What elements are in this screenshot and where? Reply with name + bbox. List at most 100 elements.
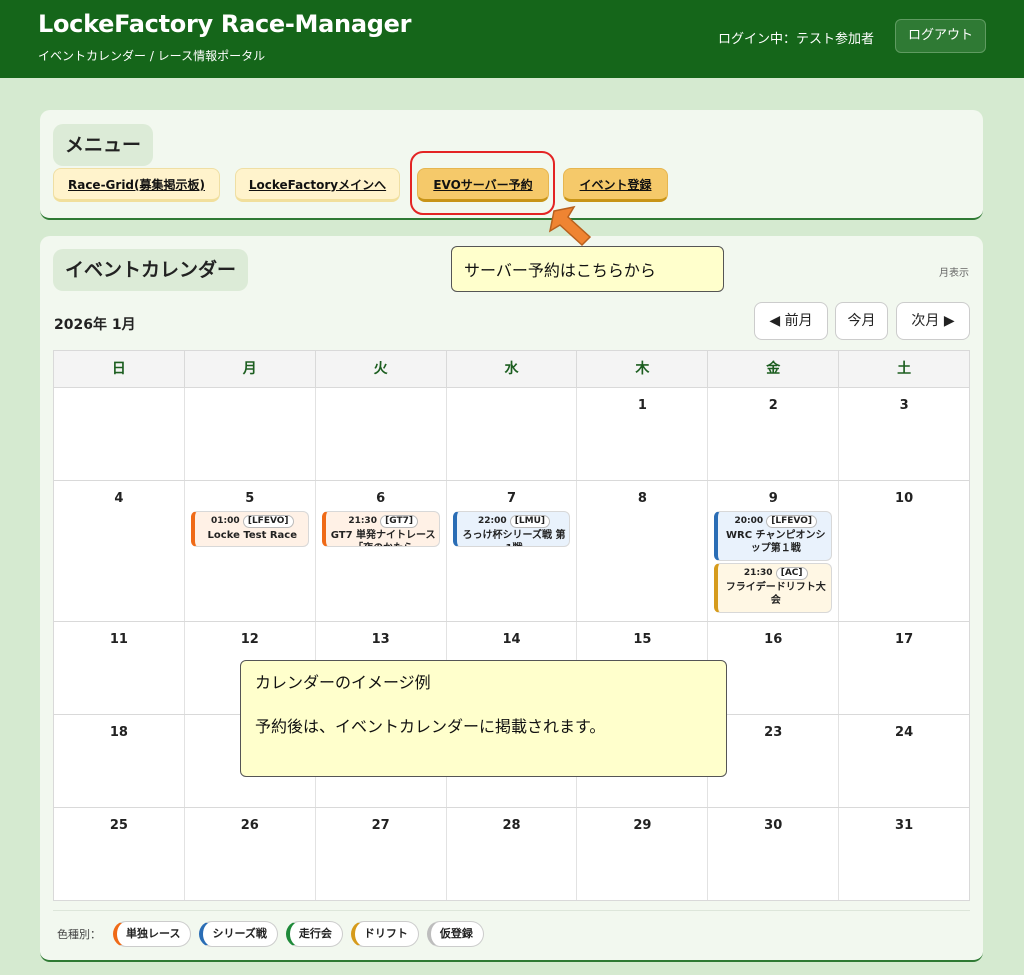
event-time: 20:00 — [734, 516, 764, 526]
event-item[interactable]: 01:00 [LFEVO] Locke Test Race — [190, 511, 309, 547]
calendar-day[interactable]: 28 — [447, 808, 578, 900]
day-number — [185, 398, 315, 416]
day-number: 4 — [114, 491, 124, 506]
event-item[interactable]: 21:30 [GT7] GT7 単発ナイトレース「夜のかたら — [321, 511, 440, 547]
day-number: 17 — [895, 632, 914, 647]
calendar-title: イベントカレンダー — [53, 249, 249, 291]
calendar-day[interactable]: 31 — [839, 808, 969, 900]
event-time: 01:00 — [211, 516, 240, 526]
day-number: 28 — [502, 818, 521, 833]
day-number: 1 — [637, 398, 647, 413]
lockefactory-main-link[interactable]: LockeFactoryメインへ — [235, 168, 400, 202]
current-month: 2026年 1月 — [54, 317, 136, 333]
calendar-day[interactable]: 29 — [577, 808, 709, 900]
legend-provisional: 仮登録 — [426, 921, 484, 947]
app-header: LockeFactory Race-Manager イベントカレンダー / レー… — [0, 0, 1024, 78]
calendar-day[interactable]: 23 — [708, 715, 840, 807]
calendar-day[interactable]: 27 — [316, 808, 447, 900]
prev-month-button[interactable]: ◀ 前月 — [754, 302, 828, 340]
calendar-day[interactable]: 26 — [185, 808, 316, 900]
event-tag: [AC] — [775, 567, 808, 580]
server-callout: サーバー予約はこちらから — [451, 246, 724, 292]
legend-series: シリーズ戦 — [199, 921, 278, 947]
event-title: Locke Test Race — [207, 530, 298, 541]
calendar-day[interactable] — [316, 388, 447, 480]
day-number: 7 — [506, 491, 517, 506]
day-number: 16 — [764, 632, 783, 647]
weekday-sun: 日 — [54, 351, 185, 387]
calendar-day[interactable]: 30 — [708, 808, 840, 900]
calendar-callout-line2: 予約後は、イベントカレンダーに掲載されます。 — [255, 717, 606, 736]
legend-single-race: 単独レース — [113, 921, 192, 947]
legend-label: 色種別： — [57, 928, 101, 941]
weekday-wed: 水 — [447, 351, 578, 387]
calendar-day[interactable]: 5 01:00 [LFEVO] Locke Test Race — [185, 481, 316, 621]
calendar-day[interactable]: 10 — [839, 481, 969, 621]
day-number: 11 — [109, 632, 128, 647]
day-number: 29 — [633, 818, 652, 833]
current-month-button[interactable]: 今月 — [835, 302, 888, 340]
calendar-day[interactable]: 9 20:00 [LFEVO] WRC チャンピオンシップ第１戦 21:30 [… — [708, 481, 840, 621]
calendar-callout: カレンダーのイメージ例 予約後は、イベントカレンダーに掲載されます。 — [240, 660, 727, 777]
event-title: ろっけ杯シリーズ戦 第1戦 — [462, 530, 566, 546]
logout-button[interactable]: ログアウト — [895, 19, 986, 53]
app-title: LockeFactory Race-Manager — [38, 10, 412, 38]
day-number: 26 — [240, 818, 259, 833]
calendar-day[interactable]: 4 — [54, 481, 185, 621]
event-title: WRC チャンピオンシップ第１戦 — [726, 530, 826, 554]
event-tag: [GT7] — [380, 515, 418, 528]
day-number: 30 — [764, 818, 783, 833]
event-tag: [LMU] — [509, 515, 551, 528]
event-tag: [LFEVO] — [766, 515, 817, 528]
calendar-day[interactable]: 6 21:30 [GT7] GT7 単発ナイトレース「夜のかたら — [316, 481, 447, 621]
event-tag: [LFEVO] — [242, 515, 294, 528]
event-item[interactable]: 20:00 [LFEVO] WRC チャンピオンシップ第１戦 — [714, 511, 833, 561]
calendar-callout-line1: カレンダーのイメージ例 — [255, 673, 431, 692]
calendar-day[interactable]: 1 — [577, 388, 709, 480]
calendar-day[interactable]: 7 22:00 [LMU] ろっけ杯シリーズ戦 第1戦 — [447, 481, 578, 621]
day-number: 6 — [376, 491, 386, 506]
event-item[interactable]: 22:00 [LMU] ろっけ杯シリーズ戦 第1戦 — [452, 511, 571, 547]
calendar-day[interactable] — [54, 388, 185, 480]
event-time: 21:30 — [348, 516, 377, 526]
race-grid-link[interactable]: Race-Grid(募集掲示板) — [53, 168, 220, 202]
day-number: 2 — [768, 398, 778, 413]
day-number: 23 — [764, 725, 783, 740]
day-number: 24 — [895, 725, 914, 740]
highlight-ring — [410, 151, 555, 215]
weekday-mon: 月 — [185, 351, 316, 387]
event-title: GT7 単発ナイトレース「夜のかたら — [330, 530, 436, 546]
calendar-day[interactable]: 3 — [839, 388, 969, 480]
calendar-day[interactable] — [185, 388, 316, 480]
day-number: 25 — [109, 818, 128, 833]
event-time: 22:00 — [477, 516, 507, 526]
day-number: 13 — [371, 632, 390, 647]
calendar-day[interactable]: 16 — [708, 622, 840, 714]
calendar-day[interactable]: 25 — [54, 808, 185, 900]
calendar-day[interactable]: 2 — [708, 388, 840, 480]
app-subtitle: イベントカレンダー / レース情報ポータル — [38, 49, 266, 63]
weekday-fri: 金 — [708, 351, 840, 387]
day-number: 8 — [637, 491, 647, 506]
event-item[interactable]: 21:30 [AC] フライデードリフト大会 — [714, 563, 833, 613]
calendar-day[interactable]: 8 — [577, 481, 709, 621]
calendar-card: イベントカレンダー 月表示 2026年 1月 ◀ 前月 今月 次月 ▶ 日 月 … — [40, 236, 983, 962]
event-time: 21:30 — [743, 568, 773, 578]
day-number: 12 — [240, 632, 259, 647]
calendar-day[interactable]: 24 — [839, 715, 969, 807]
calendar-day[interactable]: 17 — [839, 622, 969, 714]
event-registration-link[interactable]: イベント登録 — [563, 168, 668, 202]
pointer-arrow-icon — [548, 205, 592, 247]
day-number: 18 — [109, 725, 128, 740]
calendar-grid: 日 月 火 水 木 金 土 1 2 3 4 5 01:00 [LFEVO] Lo… — [53, 350, 970, 901]
calendar-day[interactable] — [447, 388, 578, 480]
category-legend: 色種別： 単独レース シリーズ戦 走行会 ドリフト 仮登録 — [53, 910, 970, 947]
calendar-day[interactable]: 18 — [54, 715, 185, 807]
day-number: 10 — [895, 491, 914, 506]
calendar-week: 25 26 27 28 29 30 31 — [54, 808, 969, 900]
login-status: ログイン中：テスト参加者 — [718, 32, 875, 47]
menu-title: メニュー — [53, 124, 154, 166]
next-month-button[interactable]: 次月 ▶ — [896, 302, 970, 340]
calendar-day[interactable]: 11 — [54, 622, 185, 714]
day-number: 27 — [371, 818, 390, 833]
